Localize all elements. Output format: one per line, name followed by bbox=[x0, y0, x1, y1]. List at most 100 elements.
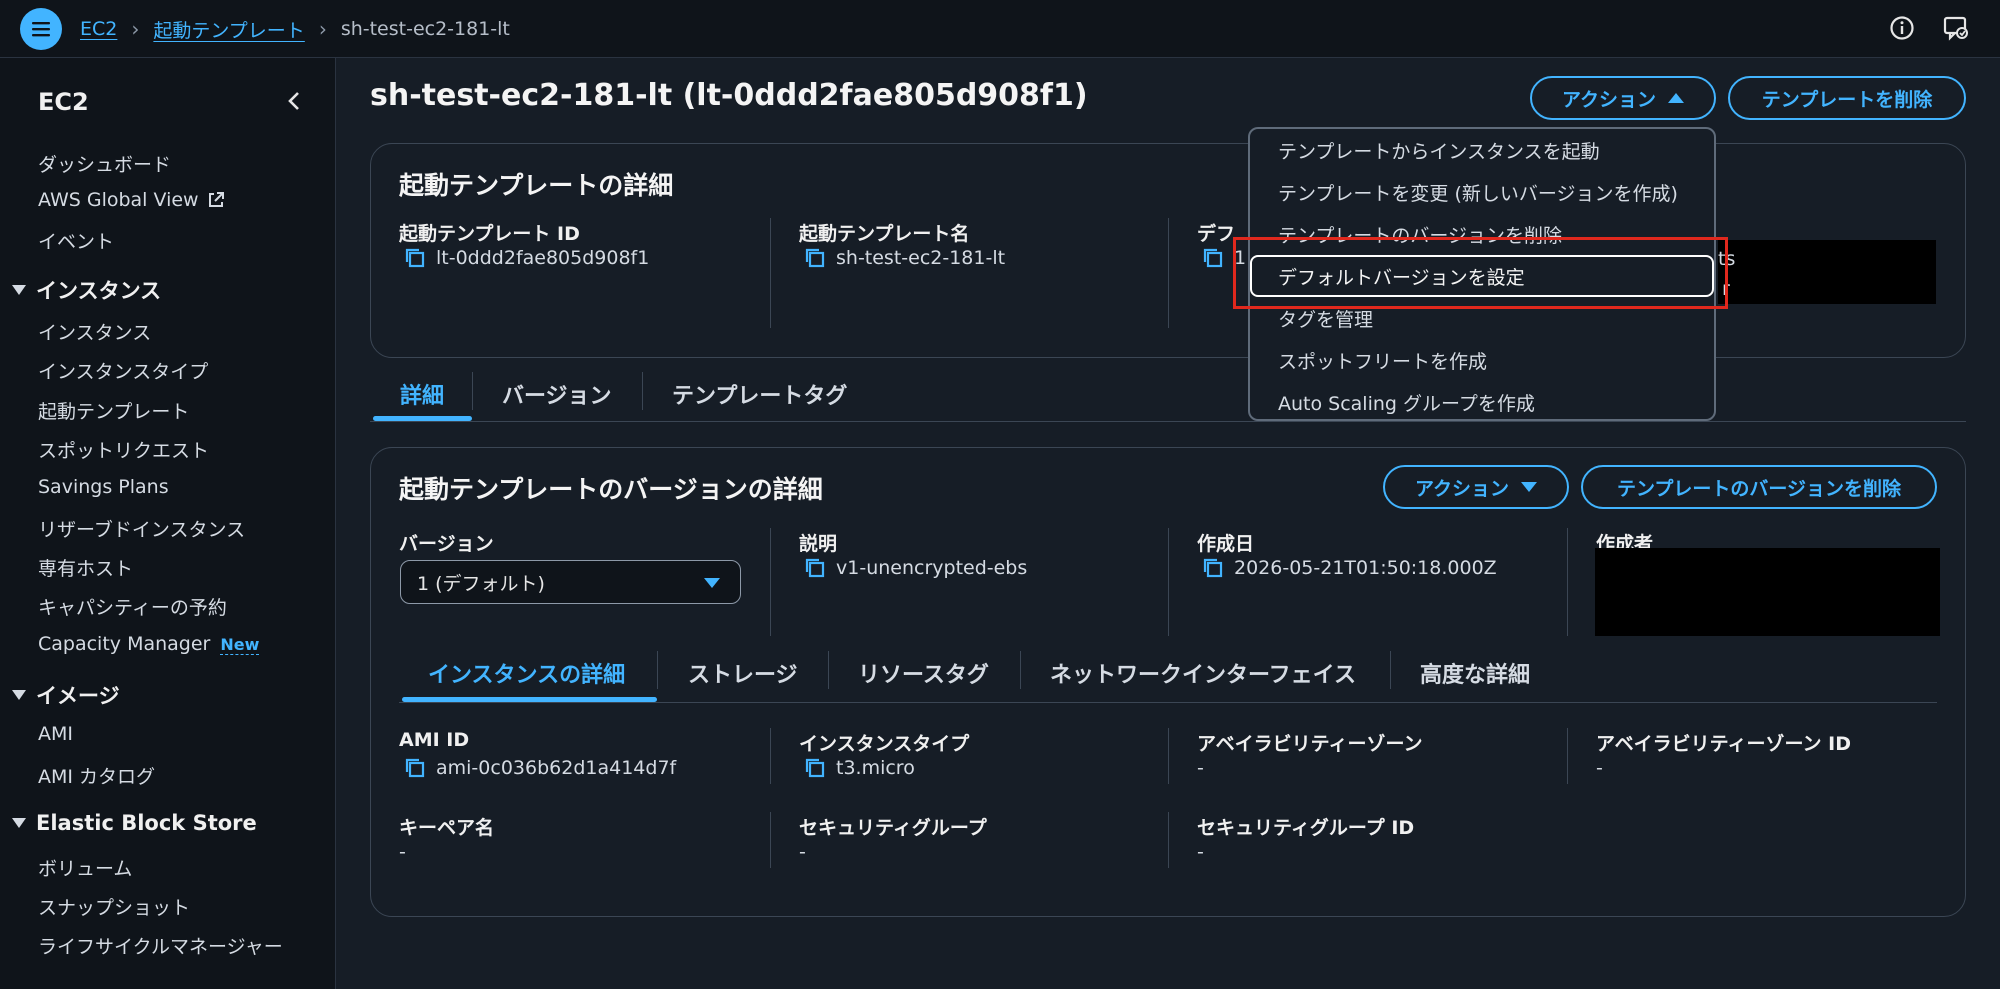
menu-item-launch-instance[interactable]: テンプレートからインスタンスを起動 bbox=[1278, 137, 1600, 164]
details-card-title: 起動テンプレートの詳細 bbox=[399, 171, 674, 200]
tab-details[interactable]: 詳細 bbox=[400, 378, 444, 410]
sidebar-item-capacity-reservations[interactable]: キャパシティーの予約 bbox=[38, 593, 227, 620]
subtab-network-interfaces[interactable]: ネットワークインターフェイス bbox=[1050, 657, 1356, 689]
copy-icon[interactable] bbox=[1202, 557, 1224, 579]
sidebar-item-dedicated-hosts[interactable]: 専有ホスト bbox=[38, 554, 133, 581]
tab-versions[interactable]: バージョン bbox=[502, 378, 612, 410]
template-name-text: sh-test-ec2-181-lt bbox=[836, 247, 1006, 269]
version-label: バージョン bbox=[399, 533, 494, 555]
created-label: 作成日 bbox=[1197, 533, 1255, 555]
delete-template-button[interactable]: テンプレートを削除 bbox=[1728, 76, 1966, 120]
breadcrumb-launch-templates-link[interactable]: 起動テンプレート bbox=[153, 16, 304, 43]
sidebar-section-ebs[interactable]: Elastic Block Store bbox=[12, 811, 257, 835]
sidebar-item-global-view[interactable]: AWS Global View bbox=[38, 189, 225, 211]
copy-icon[interactable] bbox=[1202, 247, 1224, 269]
divider bbox=[770, 812, 771, 868]
new-badge: New bbox=[220, 635, 260, 655]
chevron-left-icon bbox=[288, 92, 299, 110]
default-version-label: デフ bbox=[1197, 223, 1236, 245]
sidebar-item-label: Capacity Manager bbox=[38, 633, 211, 655]
sidebar-section-label: インスタンス bbox=[36, 279, 162, 303]
description-text: v1-unencrypted-ebs bbox=[836, 557, 1028, 579]
menu-button[interactable] bbox=[20, 8, 62, 50]
copy-icon[interactable] bbox=[404, 757, 426, 779]
template-name-value: sh-test-ec2-181-lt bbox=[804, 247, 1005, 269]
collapse-sidebar-button[interactable] bbox=[282, 88, 308, 114]
keypair-label: キーペア名 bbox=[399, 817, 495, 839]
copy-icon[interactable] bbox=[404, 247, 426, 269]
actions-button[interactable]: アクション bbox=[1530, 76, 1716, 120]
az-value: - bbox=[1197, 757, 1204, 779]
chevron-right-icon: › bbox=[131, 17, 140, 41]
security-group-value: - bbox=[799, 841, 806, 863]
caret-down-icon bbox=[1521, 482, 1538, 492]
created-value: 2026-05-21T01:50:18.000Z bbox=[1202, 557, 1497, 579]
tab-template-tags[interactable]: テンプレートタグ bbox=[672, 378, 847, 410]
delete-template-version-button[interactable]: テンプレートのバージョンを削除 bbox=[1581, 465, 1937, 509]
sidebar-item-instances[interactable]: インスタンス bbox=[38, 318, 151, 345]
template-id-label: 起動テンプレート ID bbox=[399, 223, 580, 245]
menu-item-create-spot-fleet[interactable]: スポットフリートを作成 bbox=[1278, 347, 1487, 374]
divider bbox=[472, 372, 473, 410]
feedback-icon[interactable] bbox=[1942, 14, 1970, 42]
sidebar-item-spot-requests[interactable]: スポットリクエスト bbox=[38, 436, 209, 463]
caret-down-icon bbox=[12, 690, 26, 700]
sidebar-item-ami-catalog[interactable]: AMI カタログ bbox=[38, 762, 155, 789]
breadcrumb-current: sh-test-ec2-181-lt bbox=[340, 18, 510, 40]
menu-item-manage-tags[interactable]: タグを管理 bbox=[1278, 305, 1373, 332]
sidebar-item-savings-plans[interactable]: Savings Plans bbox=[38, 476, 169, 498]
menu-item-modify-template[interactable]: テンプレートを変更 (新しいバージョンを作成) bbox=[1278, 179, 1678, 206]
sidebar-item-events[interactable]: イベント bbox=[38, 227, 114, 254]
template-id-text: lt-0ddd2fae805d908f1 bbox=[436, 247, 650, 269]
sidebar-item-capacity-manager[interactable]: Capacity Manager New bbox=[38, 633, 260, 655]
subtab-resource-tags[interactable]: リソースタグ bbox=[858, 657, 989, 689]
divider bbox=[657, 651, 658, 689]
divider bbox=[1020, 651, 1021, 689]
sidebar-item-snapshots[interactable]: スナップショット bbox=[38, 893, 190, 920]
caret-up-icon bbox=[1668, 93, 1685, 103]
breadcrumb-ec2-link[interactable]: EC2 bbox=[80, 18, 117, 40]
sidebar-item-dashboard[interactable]: ダッシュボード bbox=[38, 150, 171, 177]
version-select[interactable]: 1 (デフォルト) bbox=[400, 560, 741, 604]
version-actions-button[interactable]: アクション bbox=[1383, 465, 1569, 509]
menu-item-create-auto-scaling-group[interactable]: Auto Scaling グループを作成 bbox=[1278, 389, 1535, 416]
page-title: sh-test-ec2-181-lt (lt-0ddd2fae805d908f1… bbox=[370, 78, 1088, 113]
copy-icon[interactable] bbox=[804, 757, 826, 779]
sidebar-section-images[interactable]: イメージ bbox=[12, 680, 120, 710]
divider bbox=[1567, 728, 1568, 784]
security-group-id-value: - bbox=[1197, 841, 1204, 863]
sidebar-item-reserved-instances[interactable]: リザーブドインスタンス bbox=[38, 515, 245, 542]
sidebar-item-launch-templates[interactable]: 起動テンプレート bbox=[38, 397, 189, 424]
divider bbox=[1390, 651, 1391, 689]
instance-type-value: t3.micro bbox=[804, 757, 915, 779]
copy-icon[interactable] bbox=[804, 247, 826, 269]
subtab-instance-details[interactable]: インスタンスの詳細 bbox=[428, 657, 625, 689]
sidebar: EC2 ダッシュボード AWS Global View イベント インスタンス … bbox=[0, 58, 336, 989]
actions-button-label: アクション bbox=[1561, 88, 1657, 111]
sidebar-item-instance-types[interactable]: インスタンスタイプ bbox=[38, 357, 208, 384]
external-link-icon bbox=[208, 192, 224, 207]
copy-icon[interactable] bbox=[804, 557, 826, 579]
subtab-storage[interactable]: ストレージ bbox=[688, 657, 798, 689]
divider bbox=[770, 728, 771, 784]
info-icon[interactable] bbox=[1888, 14, 1916, 42]
actions-button-label: アクション bbox=[1414, 477, 1510, 500]
sidebar-item-lifecycle-manager[interactable]: ライフサイクルマネージャー bbox=[38, 932, 283, 959]
divider bbox=[1567, 528, 1568, 636]
subtab-advanced-details[interactable]: 高度な詳細 bbox=[1420, 657, 1530, 689]
sidebar-section-label: Elastic Block Store bbox=[36, 811, 257, 835]
sidebar-section-label: イメージ bbox=[36, 684, 120, 708]
subtabs-divider bbox=[399, 702, 1937, 703]
chevron-right-icon: › bbox=[318, 17, 327, 41]
divider bbox=[770, 528, 771, 636]
caret-down-icon bbox=[12, 818, 26, 828]
sidebar-item-ami[interactable]: AMI bbox=[38, 723, 73, 745]
sidebar-item-volumes[interactable]: ボリューム bbox=[38, 854, 132, 881]
az-id-label: アベイラビリティーゾーン ID bbox=[1596, 733, 1851, 755]
breadcrumb: EC2 › 起動テンプレート › sh-test-ec2-181-lt bbox=[80, 0, 510, 58]
az-label: アベイラビリティーゾーン bbox=[1197, 733, 1423, 755]
az-id-value: - bbox=[1596, 757, 1603, 779]
sidebar-section-instances[interactable]: インスタンス bbox=[12, 275, 161, 305]
sidebar-title: EC2 bbox=[38, 88, 89, 116]
top-navigation-bar: EC2 › 起動テンプレート › sh-test-ec2-181-lt bbox=[0, 0, 2000, 58]
